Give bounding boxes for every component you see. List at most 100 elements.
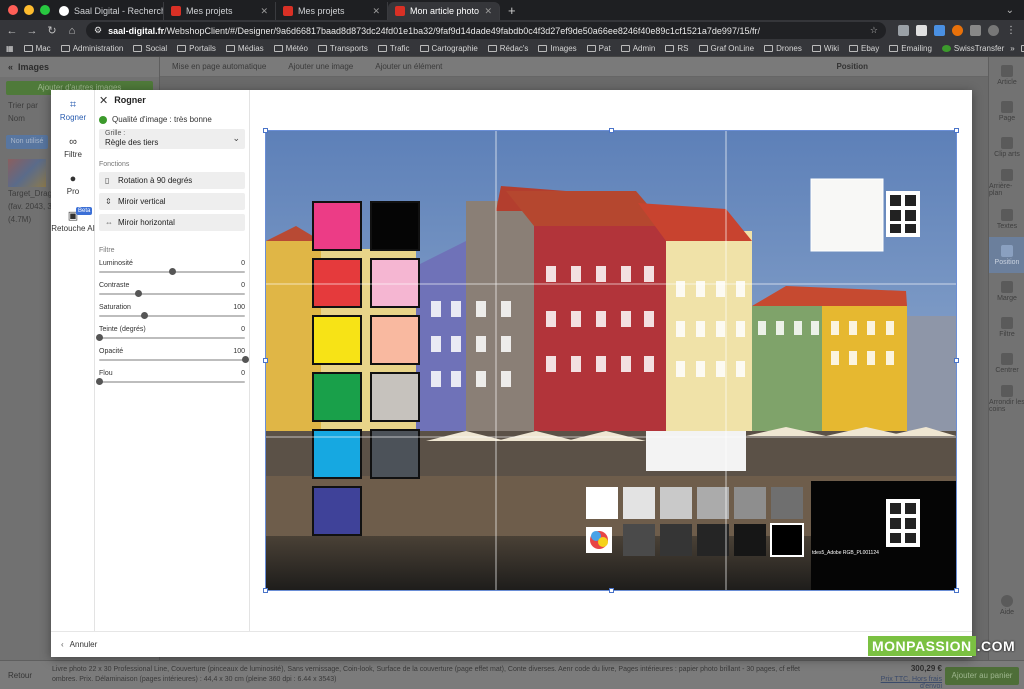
extension-icon[interactable]	[934, 25, 945, 36]
crop-handle-top-left[interactable]	[263, 128, 268, 133]
bookmark-folder[interactable]: Drones	[764, 44, 802, 53]
close-icon[interactable]: ✕	[99, 94, 108, 107]
help-button[interactable]: Aide	[989, 587, 1024, 623]
browser-tab-active[interactable]: Mon article photo ✕	[388, 2, 500, 20]
crop-handle-bottom[interactable]	[609, 588, 614, 593]
mirror-horizontal-button[interactable]: ⇔ Miroir horizontal	[99, 214, 245, 231]
right-tool-7[interactable]: Filtre	[989, 309, 1024, 345]
auto-layout-button[interactable]: Mise en page automatique	[172, 62, 266, 71]
photo-crop-area[interactable]: tdes5_Adobe RGB_PL001124	[265, 130, 957, 591]
apps-grid-icon[interactable]: ▦	[6, 44, 14, 53]
bookmark-folder[interactable]: Transports	[317, 44, 368, 53]
right-tool-9[interactable]: Arrondir les coins	[989, 381, 1024, 417]
slider-track[interactable]	[99, 268, 245, 276]
browser-tab-2[interactable]: Mes projets ✕	[164, 2, 276, 20]
right-tool-0[interactable]: Article	[989, 57, 1024, 93]
right-tool-4[interactable]: Textes	[989, 201, 1024, 237]
bookmark-folder[interactable]: Météo	[273, 44, 308, 53]
new-tab-button[interactable]: +	[500, 3, 524, 18]
crop-handle-bottom-right[interactable]	[954, 588, 959, 593]
right-tool-8[interactable]: Centrer	[989, 345, 1024, 381]
slider-knob[interactable]	[135, 290, 143, 297]
bookmark-folder[interactable]: Wiki	[811, 44, 839, 53]
tool-filter[interactable]: ∞ Filtre	[51, 127, 95, 164]
bookmark-folder[interactable]: Admin	[620, 44, 655, 53]
extension-icon[interactable]	[952, 25, 963, 36]
grid-select[interactable]: Grille : Règle des tiers ⌄	[99, 129, 245, 149]
bookmark-folder[interactable]: RS	[665, 44, 689, 53]
bookmark-folder[interactable]: Pat	[586, 44, 611, 53]
bookmark-folder[interactable]: Portails	[177, 44, 216, 53]
tab-close-icon[interactable]: ✕	[372, 6, 380, 17]
reload-icon[interactable]: ↻	[46, 24, 58, 37]
bookmark-folder[interactable]: Médias	[225, 44, 264, 53]
bookmark-folder[interactable]: Mac	[23, 44, 51, 53]
add-to-cart-button[interactable]: Ajouter au panier	[945, 667, 1019, 685]
slider-knob[interactable]	[141, 312, 149, 319]
slider-track[interactable]	[99, 290, 245, 298]
slider-track[interactable]	[96, 378, 245, 386]
bookmark-folder[interactable]: Graf OnLine	[698, 44, 754, 53]
minimize-window-button[interactable]	[24, 5, 34, 15]
extension-icon[interactable]	[898, 25, 909, 36]
zoom-window-button[interactable]	[40, 5, 50, 15]
add-element-button[interactable]: Ajouter un élément	[375, 62, 442, 71]
collapse-icon[interactable]: «	[8, 62, 13, 72]
close-window-button[interactable]	[8, 5, 18, 15]
right-tool-1[interactable]: Page	[989, 93, 1024, 129]
forward-arrow-icon[interactable]: →	[26, 25, 38, 37]
mirror-vertical-button[interactable]: ⇕ Miroir vertical	[99, 193, 245, 210]
bookmark-folder[interactable]: Rédac's	[487, 44, 528, 53]
browser-tab-3[interactable]: Mes projets ✕	[276, 2, 388, 20]
slider-track[interactable]	[99, 312, 245, 320]
crop-handle-top-right[interactable]	[954, 128, 959, 133]
tool-icon	[1001, 169, 1013, 181]
bookmark-swisstransfer[interactable]: SwissTransfer	[941, 44, 1004, 53]
rotate-90-button[interactable]: ▯ Rotation à 90 degrés	[99, 172, 245, 189]
crop-handle-right[interactable]	[954, 358, 959, 363]
tool-ai-retouch[interactable]: Beta ▣ Retouche AI	[51, 201, 95, 238]
tab-close-icon[interactable]: ✕	[260, 6, 268, 17]
slider-knob[interactable]	[169, 268, 176, 275]
site-info-icon[interactable]: ⚙	[94, 25, 102, 36]
right-tool-6[interactable]: Marge	[989, 273, 1024, 309]
menu-kebab-icon[interactable]: ⋮	[1006, 25, 1017, 36]
back-button[interactable]: Retour	[8, 671, 32, 680]
price-tax-info[interactable]: Prix TTC, Hors frais d'envoi	[860, 676, 942, 689]
puzzle-icon[interactable]	[970, 25, 981, 36]
slider-knob[interactable]	[96, 334, 103, 341]
tool-crop[interactable]: ⌗ Rogner	[51, 90, 95, 127]
bookmark-folder[interactable]: Social	[133, 44, 167, 53]
slider-track[interactable]	[99, 356, 249, 364]
tab-close-icon[interactable]: ✕	[484, 6, 492, 17]
bookmark-folder[interactable]: Emailing	[889, 44, 932, 53]
slider-knob[interactable]	[242, 356, 249, 363]
crop-handle-bottom-left[interactable]	[263, 588, 268, 593]
bookmark-folder[interactable]: Cartographie	[419, 44, 478, 53]
bookmark-folder[interactable]: Trafic	[377, 44, 410, 53]
bookmark-folder[interactable]: Administration	[60, 44, 123, 53]
slider-knob[interactable]	[96, 378, 103, 385]
tab-search-icon[interactable]: ⌄	[1006, 5, 1014, 16]
tool-pro[interactable]: ● Pro	[51, 164, 95, 201]
more-bookmarks-icon[interactable]: »	[1010, 44, 1014, 53]
bookmark-star-icon[interactable]: ☆	[870, 25, 878, 36]
back-arrow-icon[interactable]: ←	[6, 25, 18, 37]
right-tool-5[interactable]: Position	[989, 237, 1024, 273]
cancel-button[interactable]: Annuler	[70, 640, 98, 649]
bookmark-folder[interactable]: Images	[538, 44, 577, 53]
bookmark-folder[interactable]: Ebay	[848, 44, 879, 53]
unused-filter-button[interactable]: Non utilisé	[6, 135, 48, 149]
browser-tab-1[interactable]: Saal Digital - Recherche Goo✕	[52, 2, 164, 20]
profile-avatar[interactable]	[988, 25, 999, 36]
crop-handle-left[interactable]	[263, 358, 268, 363]
right-tool-2[interactable]: Clip arts	[989, 129, 1024, 165]
image-thumbnail[interactable]	[8, 159, 46, 187]
extension-icon[interactable]	[916, 25, 927, 36]
crop-handle-top[interactable]	[609, 128, 614, 133]
slider-track[interactable]	[96, 334, 245, 342]
address-bar[interactable]: ⚙ saal-digital.fr/WebshopClient/#/Design…	[86, 22, 886, 39]
add-image-button[interactable]: Ajouter une image	[288, 62, 353, 71]
home-icon[interactable]: ⌂	[66, 25, 78, 37]
right-tool-3[interactable]: Arrière-plan	[989, 165, 1024, 201]
